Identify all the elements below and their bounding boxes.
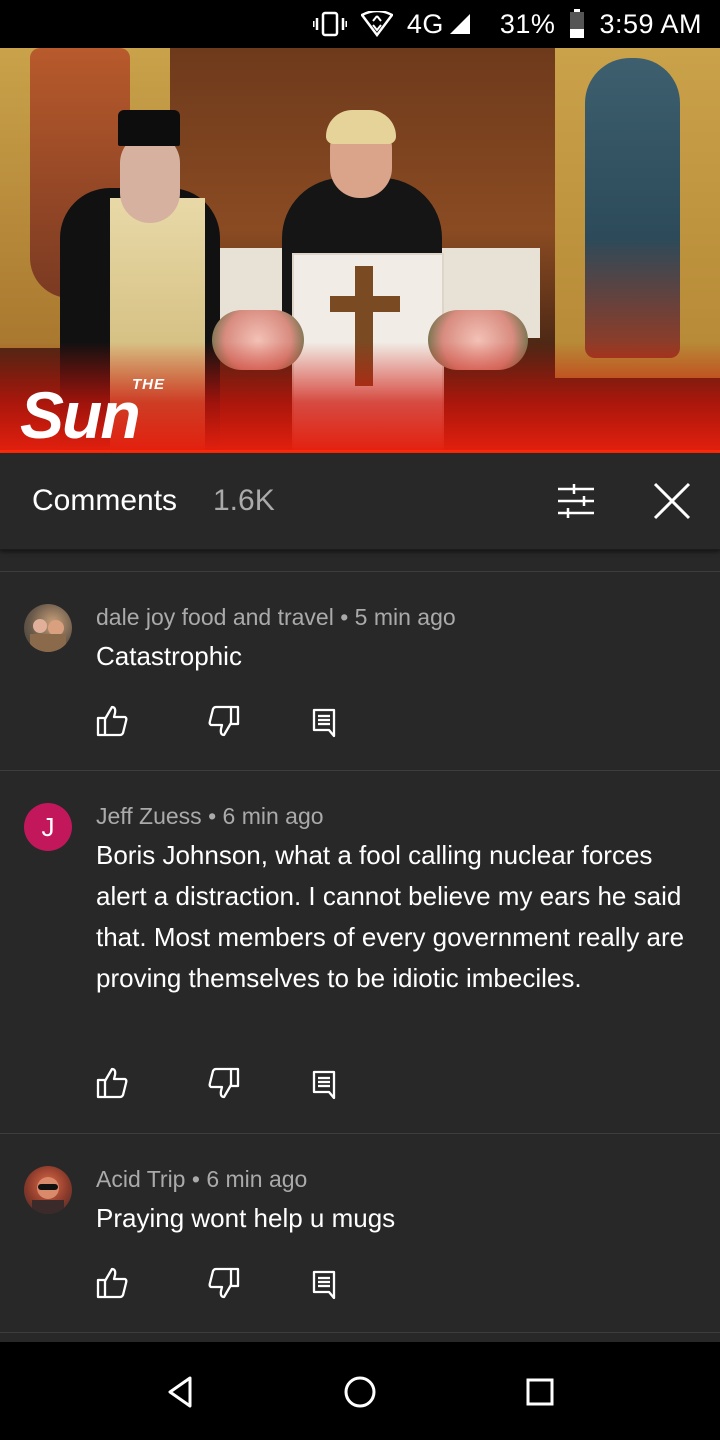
avatar[interactable]: J <box>24 803 72 851</box>
comment-item: J Jeff Zuess • 6 min ago Boris Johnson, … <box>0 771 720 1133</box>
logo-main-text: Sun <box>20 378 141 452</box>
recents-icon[interactable] <box>520 1372 560 1412</box>
sort-filter-icon[interactable] <box>552 481 600 521</box>
comment-time: 5 min ago <box>354 604 456 630</box>
comment-time: 6 min ago <box>222 803 324 829</box>
comments-count: 1.6K <box>213 484 275 517</box>
video-scene <box>330 296 400 312</box>
comment-meta: Acid Trip • 6 min ago <box>96 1166 308 1192</box>
comment-item: Acid Trip • 6 min ago Praying wont help … <box>0 1134 720 1332</box>
video-scene <box>120 133 180 223</box>
comment-meta: Jeff Zuess • 6 min ago <box>96 803 324 829</box>
comment-meta: dale joy food and travel • 5 min ago <box>96 604 456 630</box>
like-icon[interactable] <box>94 1265 130 1301</box>
home-icon[interactable] <box>340 1372 380 1412</box>
avatar[interactable] <box>24 604 72 652</box>
clock: 3:59 AM <box>599 8 702 39</box>
dislike-icon[interactable] <box>206 1065 242 1101</box>
comment-author[interactable]: Jeff Zuess <box>96 803 202 829</box>
battery-icon <box>569 9 585 39</box>
dislike-icon[interactable] <box>206 1265 242 1301</box>
comment-text: Catastrophic <box>96 641 242 671</box>
comment-author[interactable]: Acid Trip <box>96 1166 185 1192</box>
wifi-data-icon <box>360 11 393 37</box>
video-scene <box>118 110 180 146</box>
like-icon[interactable] <box>94 703 130 739</box>
comment-author[interactable]: dale joy food and travel <box>96 604 334 630</box>
comment-text: Praying wont help u mugs <box>96 1203 396 1233</box>
video-scene <box>585 58 680 358</box>
vibrate-icon <box>312 11 347 37</box>
avatar[interactable] <box>24 1166 72 1214</box>
status-bar: 4G 31% 3:59 AM <box>0 0 720 48</box>
network-type: 4G <box>406 8 444 39</box>
comments-header: Comments 1.6K <box>0 453 720 550</box>
video-player[interactable]: THE Sun <box>0 48 720 452</box>
comment-text: Boris Johnson, what a fool calling nucle… <box>96 840 685 993</box>
battery-percent: 31% <box>499 8 556 39</box>
system-nav-bar <box>0 1342 720 1440</box>
divider <box>0 1332 720 1333</box>
channel-logo: THE Sun <box>20 376 220 452</box>
back-icon[interactable] <box>160 1372 200 1412</box>
reply-icon[interactable] <box>306 1065 342 1101</box>
like-icon[interactable] <box>94 1065 130 1101</box>
signal-icon <box>448 12 472 36</box>
video-scene <box>326 110 396 144</box>
comments-title: Comments <box>32 484 178 517</box>
reply-icon[interactable] <box>306 1265 342 1301</box>
comment-time: 6 min ago <box>206 1166 308 1192</box>
comment-item: dale joy food and travel • 5 min ago Cat… <box>0 572 720 770</box>
close-icon[interactable] <box>650 479 694 523</box>
reply-icon[interactable] <box>306 703 342 739</box>
dislike-icon[interactable] <box>206 703 242 739</box>
